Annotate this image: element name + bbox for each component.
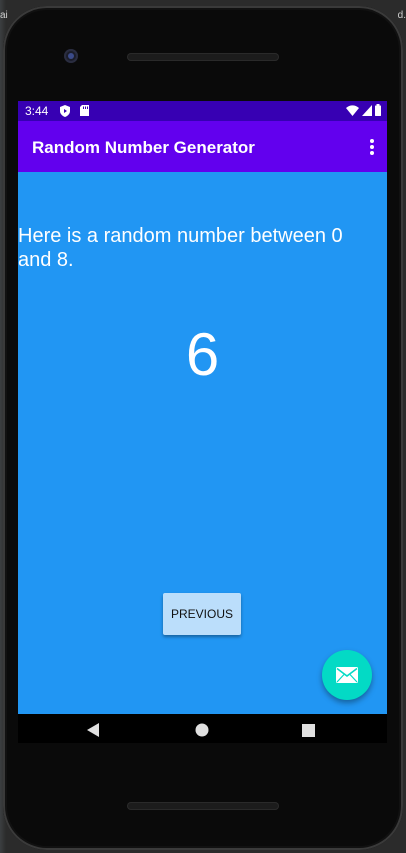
status-bar: 3:44: [18, 101, 387, 121]
nav-home-button[interactable]: [194, 722, 210, 738]
recents-icon: [301, 723, 315, 737]
nav-back-button[interactable]: [85, 722, 101, 738]
home-icon: [195, 723, 209, 737]
system-nav-bar: [18, 714, 387, 743]
app-bar: Random Number Generator: [18, 121, 387, 172]
previous-button[interactable]: PREVIOUS: [163, 593, 241, 635]
email-icon: [336, 667, 358, 683]
shield-icon: [60, 105, 70, 117]
battery-icon: [375, 104, 381, 116]
main-content: Here is a random number between 0 and 8.…: [18, 172, 387, 714]
wifi-icon: [346, 104, 359, 116]
email-fab-button[interactable]: [322, 650, 372, 700]
status-icons-right: [346, 104, 381, 116]
sd-card-icon: [80, 105, 89, 116]
bottom-speaker: [127, 802, 279, 810]
prompt-text: Here is a random number between 0 and 8.: [18, 225, 343, 271]
top-speaker: [127, 53, 279, 61]
random-number-value: 6: [185, 321, 220, 388]
back-icon: [87, 723, 99, 737]
status-time: 3:44: [25, 104, 49, 118]
host-text-fragment-left: ai: [0, 10, 8, 21]
device-screen: 3:44 Random Number Generator Here is a r…: [18, 101, 387, 743]
more-vert-icon[interactable]: [369, 138, 375, 156]
app-title: Random Number Generator: [32, 138, 255, 157]
front-camera: [64, 49, 78, 63]
host-text-fragment-right: d.: [397, 10, 406, 21]
nav-recents-button[interactable]: [300, 722, 316, 738]
signal-icon: [362, 104, 372, 116]
